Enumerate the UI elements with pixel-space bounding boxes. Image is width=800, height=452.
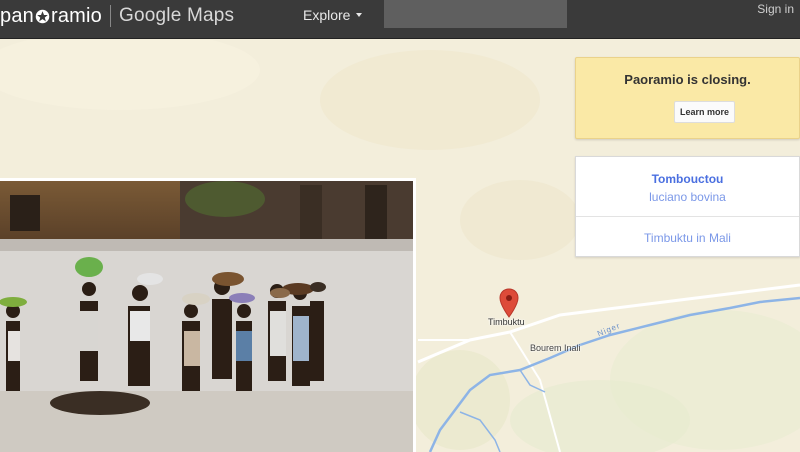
notice-title: Paoramio is closing. [624,72,751,87]
card-divider [576,216,799,217]
photo-info-card: Tombouctou luciano bovina Timbuktu in Ma… [575,156,800,257]
google-maps-label: Google Maps [119,5,235,26]
logo-text-end: ramio [50,4,102,27]
caret-down-icon [356,13,363,17]
author-link[interactable]: luciano bovina [576,190,799,204]
logo-separator [110,5,111,27]
top-navigation-bar: pan ramio Google Maps Explore Sign in [0,0,800,39]
sign-in-link[interactable]: Sign in [757,2,794,16]
star-icon [35,9,50,23]
bourem-map-label: Bourem Inali [530,343,581,353]
photo-image [0,181,413,452]
explore-menu[interactable]: Explore [303,7,363,23]
photo-title-link[interactable]: Tombouctou [576,172,799,186]
learn-more-button[interactable]: Learn more [674,101,735,123]
panoramio-logo[interactable]: pan ramio Google Maps [0,4,234,28]
logo-text-start: pan [0,4,34,27]
explore-label: Explore [303,7,351,23]
closing-notice: Paoramio is closing. [575,57,800,139]
map-pin-icon[interactable] [499,288,519,318]
search-input[interactable] [384,0,567,28]
photo-preview[interactable] [0,178,416,452]
timbuktu-map-label: Timbuktu [488,317,525,327]
group-link[interactable]: Timbuktu in Mali [576,231,799,245]
